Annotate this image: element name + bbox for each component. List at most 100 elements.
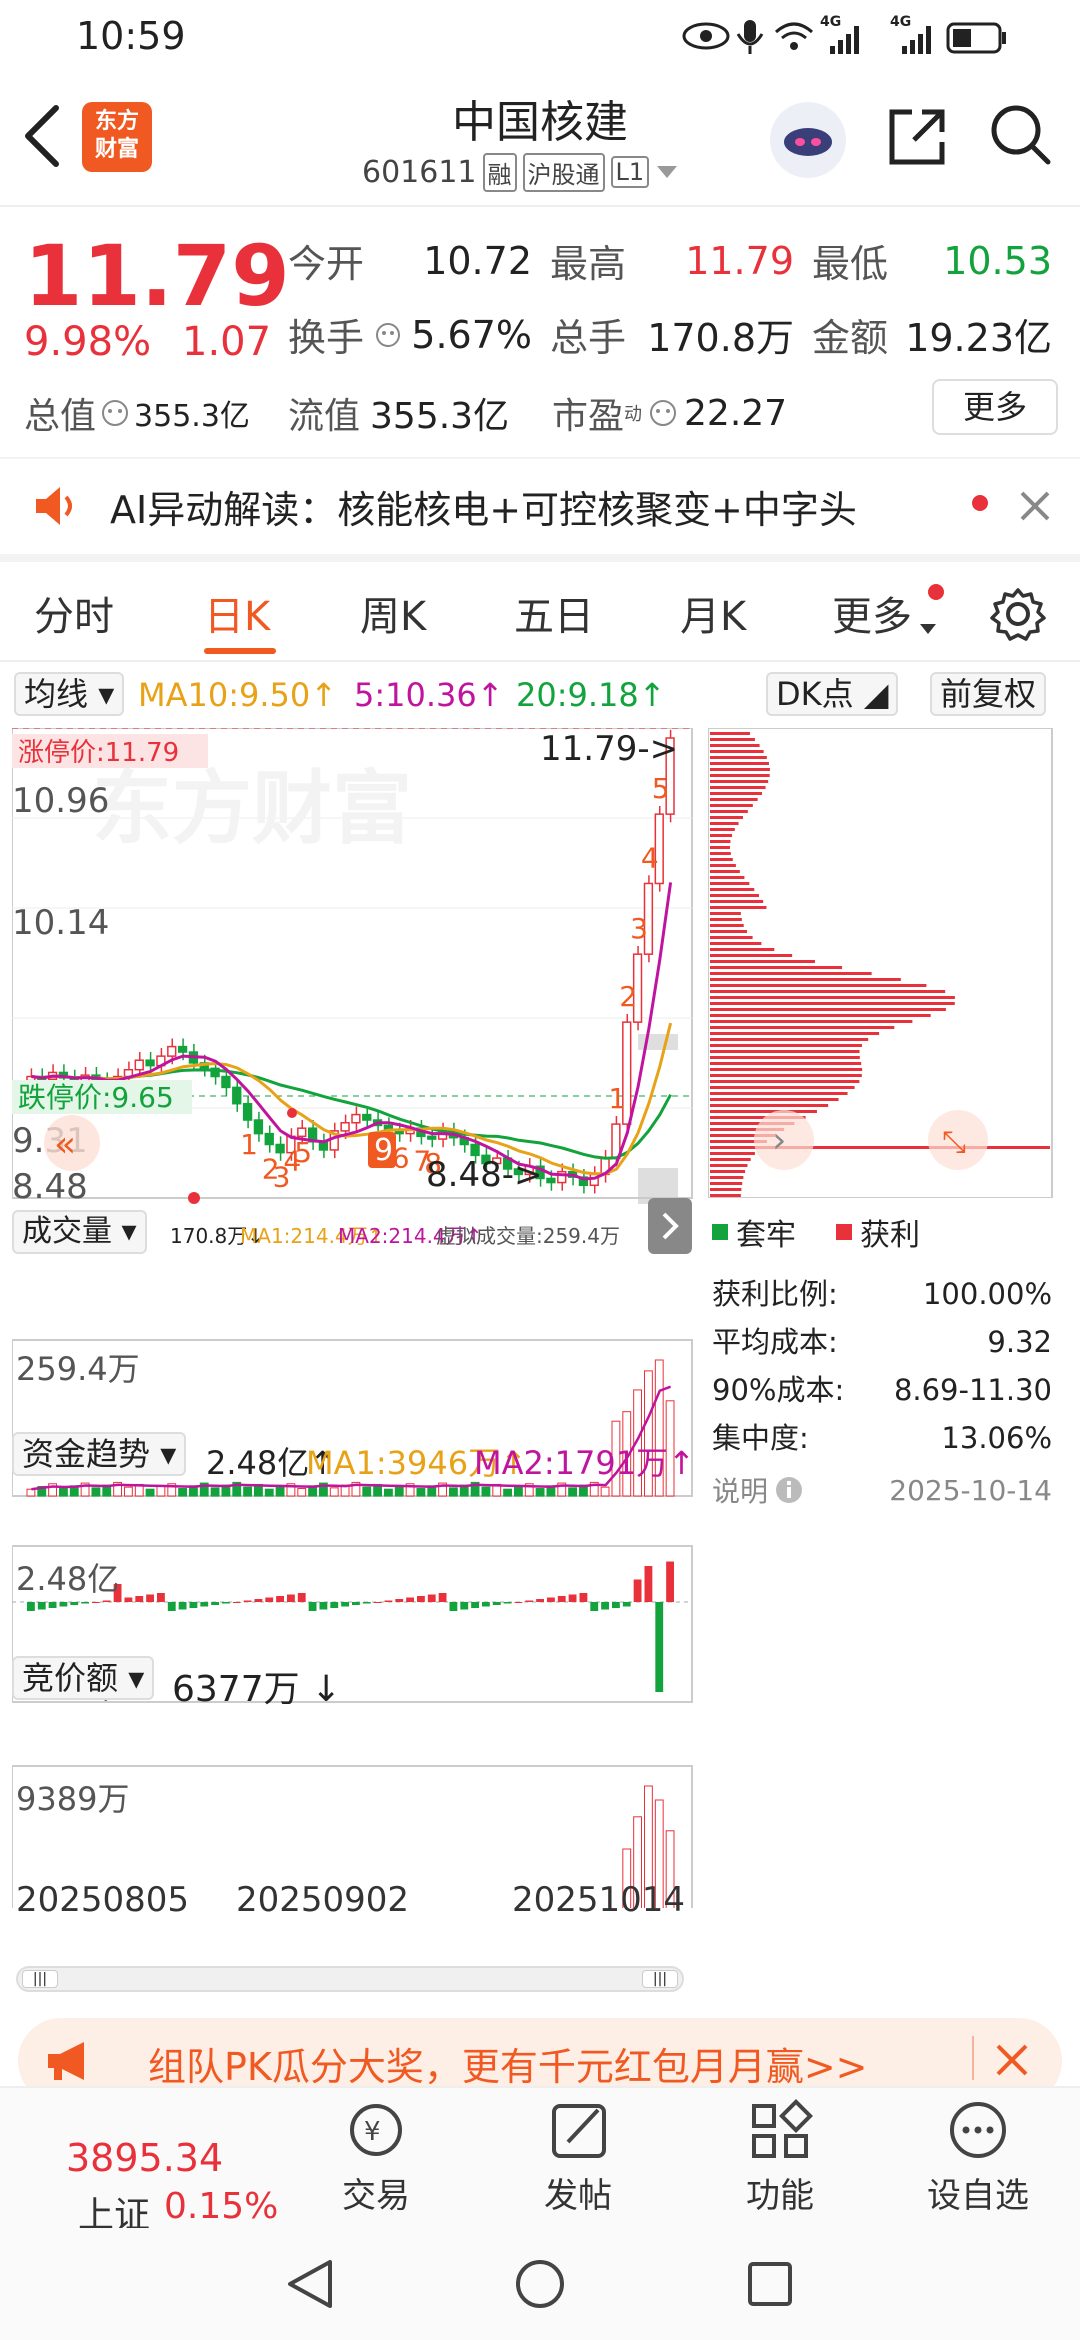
caret-down-icon[interactable] xyxy=(655,164,679,180)
chip-bar xyxy=(710,768,770,771)
status-icons xyxy=(682,20,1006,54)
volume-legend-virtual: 虚拟成交量:259.4万 xyxy=(436,1224,620,1248)
chip-bar xyxy=(710,798,758,801)
low-marker: 8.48-> xyxy=(426,1155,542,1195)
scroll-left-glyph: « xyxy=(54,1124,76,1165)
chip-note[interactable]: 说明 xyxy=(712,1470,804,1510)
chip-bar xyxy=(710,1158,751,1161)
fund-bar xyxy=(536,1599,544,1602)
fund-bar xyxy=(243,1600,252,1602)
ma5-legend: 5:10.36↑ xyxy=(354,676,504,714)
settings-gear-icon[interactable] xyxy=(990,586,1046,642)
range-slider[interactable]: ||| ||| xyxy=(16,1966,684,1992)
auction-select[interactable]: 竞价额 ▾ xyxy=(12,1656,155,1700)
chip-distribution-svg[interactable]: › ⤡ xyxy=(708,728,1054,1198)
chip-bar xyxy=(710,810,748,813)
close-icon[interactable] xyxy=(1018,489,1052,523)
volume-select[interactable]: 成交量 ▾ xyxy=(12,1210,147,1254)
search-icon[interactable] xyxy=(988,102,1054,168)
tab-weekly-k[interactable]: 周K xyxy=(360,584,426,642)
tab-monthly-k[interactable]: 月K xyxy=(680,584,746,642)
funds-top-label: 2.48亿 xyxy=(16,1560,119,1598)
tab-daily-k[interactable]: 日K xyxy=(204,584,270,642)
nav-home-icon[interactable] xyxy=(512,2256,568,2312)
robot-avatar-icon[interactable] xyxy=(770,102,846,178)
fund-bar xyxy=(124,1597,133,1602)
fund-bar xyxy=(276,1596,284,1602)
promo-text: 组队PK瓜分大奖，更有千元红包月月赢>> xyxy=(148,2045,868,2089)
volume-bar xyxy=(145,1488,155,1497)
chart-area: 均线 ▾ MA10:9.50↑ 5:10.36↑ 20:9.18↑ DK点 ◢ … xyxy=(0,662,1080,2012)
chip-bar xyxy=(710,858,733,861)
volume-select-label: 成交量 xyxy=(22,1214,112,1249)
nav-function-label: 功能 xyxy=(746,2176,814,2216)
fund-bar xyxy=(200,1602,209,1607)
nav-post[interactable]: 发帖 xyxy=(498,2088,658,2216)
chip-bar xyxy=(710,888,755,891)
tab-more[interactable]: 更多 xyxy=(832,584,912,642)
chevron-right-icon xyxy=(662,1212,679,1240)
total-value: 355.3亿 xyxy=(134,399,250,434)
chip-bar xyxy=(710,1080,860,1083)
ai-banner[interactable]: AI异动解读：核能核电+可控核聚变+中字头 xyxy=(0,457,1080,562)
quote-cell-value: 170.8万 xyxy=(647,316,794,360)
fund-bar xyxy=(547,1597,555,1602)
nav-watchlist[interactable]: 设自选 xyxy=(898,2088,1058,2216)
eye-icon xyxy=(682,22,730,50)
info-face-icon[interactable] xyxy=(100,398,130,428)
fund-bar xyxy=(362,1602,371,1604)
high-marker: 11.79-> xyxy=(540,729,678,769)
fund-bar xyxy=(568,1594,577,1602)
fund-bar xyxy=(102,1600,111,1602)
range-handle-right[interactable]: ||| xyxy=(642,1970,678,1988)
quote-cell-label: 总手 xyxy=(550,316,627,360)
adjust-button[interactable]: 前复权 xyxy=(930,672,1047,716)
fund-bar xyxy=(330,1602,339,1608)
edit-icon xyxy=(552,2104,606,2158)
chip-bar xyxy=(710,822,739,825)
nav-recents-icon[interactable] xyxy=(742,2256,798,2312)
chip-bar xyxy=(710,1164,748,1167)
chip-stat-label: 平均成本: xyxy=(712,1325,838,1359)
chip-bar xyxy=(710,852,731,855)
tab-five-day[interactable]: 五日 xyxy=(514,584,594,642)
chip-bar xyxy=(710,1152,755,1155)
range-handle-left[interactable]: ||| xyxy=(22,1970,58,1988)
signal-dot-2 xyxy=(188,1192,200,1204)
nav-function[interactable]: 功能 xyxy=(700,2088,860,2216)
collapse-panel-button[interactable] xyxy=(648,1198,692,1254)
dk-badge: 9 xyxy=(368,1132,396,1168)
nav-trade[interactable]: ¥ 交易 xyxy=(296,2088,456,2216)
quote-cell-label: 最高 xyxy=(550,242,627,286)
info-face-icon-2[interactable] xyxy=(648,398,678,428)
volume-bar xyxy=(297,1488,307,1497)
nav-trade-label: 交易 xyxy=(342,2176,410,2216)
nav-back-icon[interactable] xyxy=(282,2256,338,2312)
tab-intraday[interactable]: 分时 xyxy=(34,584,114,642)
chip-bar xyxy=(710,1038,869,1041)
volume-bar xyxy=(600,1486,610,1497)
fund-bar xyxy=(622,1602,631,1607)
funds-select[interactable]: 资金趋势 ▾ xyxy=(12,1432,187,1476)
chip-bar xyxy=(710,882,750,885)
dk-button[interactable]: DK点 ◢ xyxy=(766,672,899,716)
promo-close-icon[interactable] xyxy=(992,2040,1032,2080)
quote-panel: 11.79 9.98% 1.07 今开 10.72 最高 11.79 最低 10.53 换… xyxy=(0,207,1080,457)
signal-icon xyxy=(830,26,859,54)
signal-number: 3 xyxy=(630,912,648,945)
quote-cell: 金额 19.23亿 xyxy=(812,307,1052,362)
chip-bar xyxy=(710,1074,862,1077)
candle-body xyxy=(340,1121,350,1132)
share-icon[interactable] xyxy=(884,104,950,170)
ma-select[interactable]: 均线 ▾ xyxy=(14,672,125,716)
float-value: 355.3亿 xyxy=(370,396,510,437)
fund-bar xyxy=(514,1602,523,1603)
volume-bar xyxy=(91,1487,101,1497)
quote-cell-label: 今开 xyxy=(288,242,365,286)
index-value[interactable]: 3895.34 xyxy=(66,2136,223,2180)
more-button[interactable]: 更多 xyxy=(932,379,1058,435)
legend-profit: 获利 xyxy=(860,1218,920,1253)
kline-svg[interactable]: 东方财富 12345678123456 涨停价:11.79 跌停价:9.65 1… xyxy=(12,728,694,1908)
quote-cell: 今开 10.72 xyxy=(288,233,550,288)
fund-bar xyxy=(211,1602,219,1605)
